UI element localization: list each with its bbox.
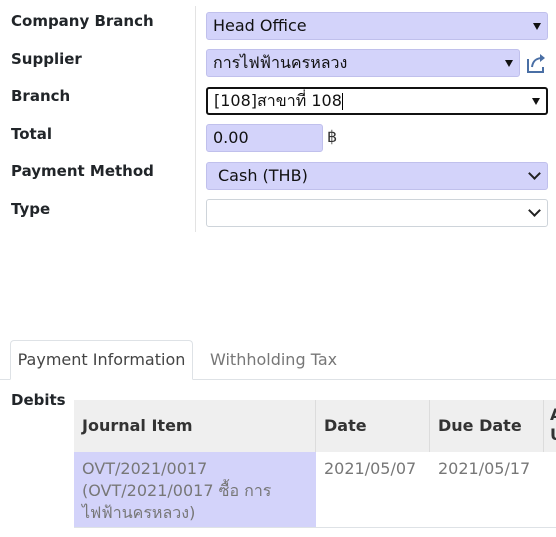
chevron-down-icon bbox=[528, 167, 541, 180]
column-header-overflow[interactable]: A U bbox=[544, 400, 556, 452]
total-input[interactable]: 0.00 bbox=[206, 124, 323, 152]
cell-due-date: 2021/05/17 bbox=[438, 459, 531, 478]
column-header-journal-item[interactable]: Journal Item bbox=[74, 400, 316, 452]
debits-label: Debits bbox=[11, 391, 66, 409]
column-header-due-date[interactable]: Due Date bbox=[430, 400, 544, 452]
table-bottom-border bbox=[74, 527, 556, 528]
payment-method-select[interactable]: Cash (THB) bbox=[206, 162, 548, 190]
chevron-down-icon bbox=[528, 204, 541, 217]
company-branch-value: Head Office bbox=[213, 16, 307, 35]
supplier-value: การไฟฟ้านครหลวง bbox=[213, 53, 348, 72]
column-header-u: U bbox=[550, 425, 556, 445]
supplier-select[interactable]: การไฟฟ้านครหลวง bbox=[206, 49, 520, 77]
form-divider bbox=[195, 6, 196, 232]
dropdown-arrow-icon bbox=[533, 23, 541, 30]
company-branch-select[interactable]: Head Office bbox=[206, 12, 548, 40]
payment-method-label: Payment Method bbox=[11, 162, 154, 180]
branch-select[interactable]: [108]สาขาที่ 108 bbox=[206, 87, 548, 115]
tab-payment-information[interactable]: Payment Information bbox=[10, 340, 193, 380]
tab-withholding-tax[interactable]: Withholding Tax bbox=[194, 340, 353, 380]
branch-label: Branch bbox=[11, 87, 71, 105]
branch-value: [108]สาขาที่ 108 bbox=[214, 91, 342, 110]
type-select[interactable] bbox=[206, 199, 548, 227]
column-header-date[interactable]: Date bbox=[316, 400, 430, 452]
cell-journal-item[interactable]: OVT/2021/0017 (OVT/2021/0017 ซื้อ การไฟฟ… bbox=[74, 452, 316, 527]
cell-date: 2021/05/07 bbox=[324, 459, 417, 478]
text-cursor bbox=[341, 93, 343, 110]
company-branch-label: Company Branch bbox=[11, 12, 154, 30]
total-value: 0.00 bbox=[213, 128, 249, 147]
external-link-icon[interactable] bbox=[524, 51, 548, 75]
column-header-a: A bbox=[550, 405, 556, 425]
supplier-label: Supplier bbox=[11, 50, 82, 68]
payment-method-value: Cash (THB) bbox=[218, 166, 308, 185]
total-label: Total bbox=[11, 125, 52, 143]
dropdown-arrow-icon bbox=[532, 98, 540, 105]
type-label: Type bbox=[11, 200, 51, 218]
currency-symbol: ฿ bbox=[327, 127, 338, 146]
dropdown-arrow-icon bbox=[505, 60, 513, 67]
